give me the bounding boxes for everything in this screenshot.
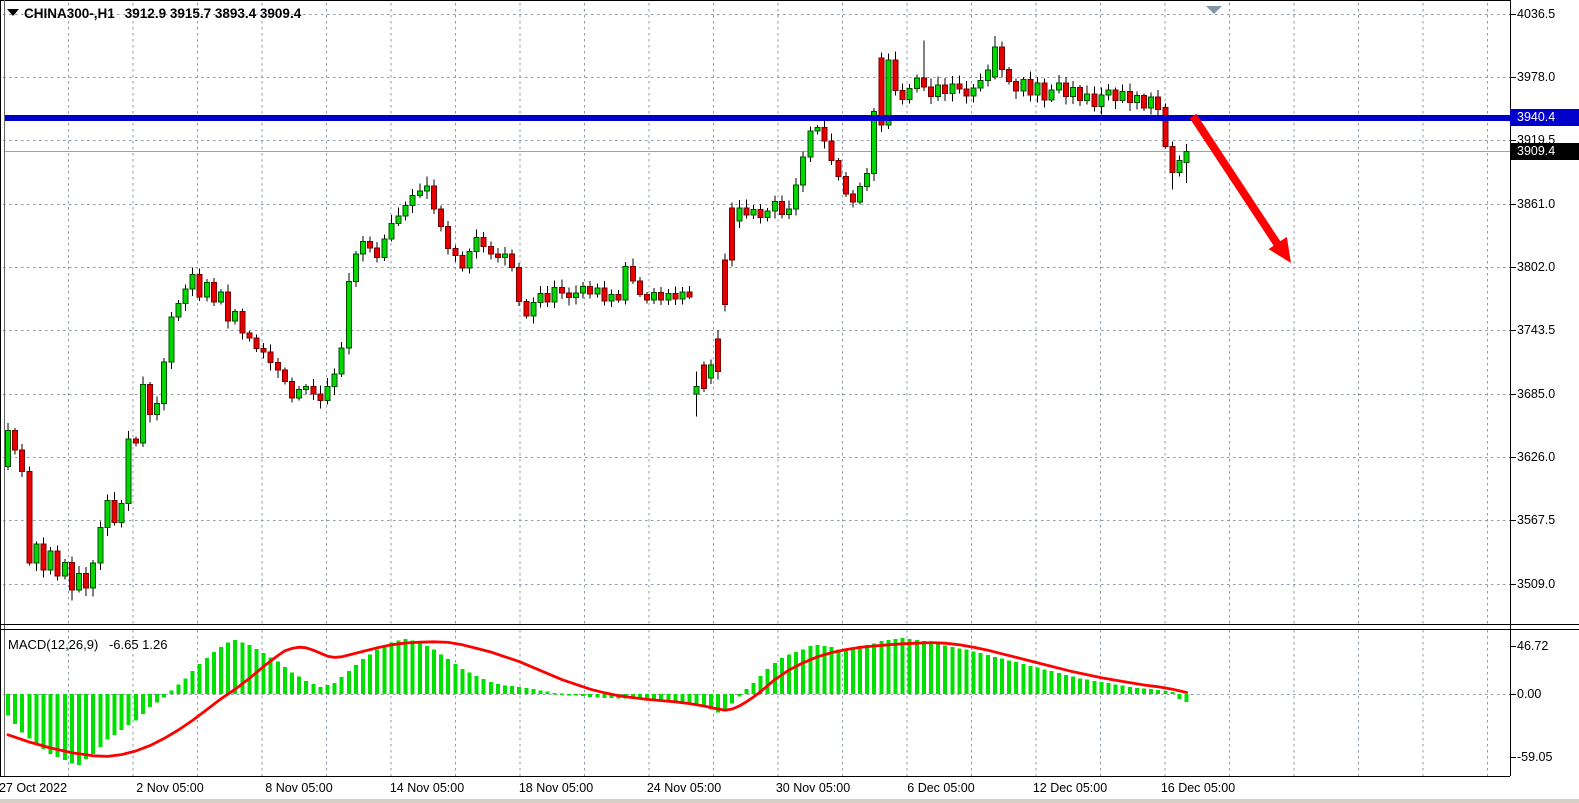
time-axis-label: 27 Oct 2022: [0, 780, 88, 796]
trend-arrow[interactable]: [1193, 116, 1291, 263]
time-axis[interactable]: 27 Oct 2022 2 Nov 05:00 8 Nov 05:00 14 Nov …: [0, 777, 1579, 799]
time-axis-label: 30 Nov 05:00: [758, 780, 868, 796]
price-axis-label: 3685.0: [1517, 386, 1555, 402]
time-axis-label: 16 Dec 05:00: [1143, 780, 1253, 796]
time-axis-label: 2 Nov 05:00: [115, 780, 225, 796]
price-axis-label: 3861.0: [1517, 196, 1555, 212]
time-axis-label: 6 Dec 05:00: [886, 780, 996, 796]
ohlc-values-label: 3912.9 3915.7 3893.4 3909.4: [125, 6, 301, 21]
macd-axis-label: -59.05: [1517, 749, 1552, 765]
collapse-triangle-icon[interactable]: [7, 9, 19, 16]
price-axis-label: 4036.5: [1517, 6, 1555, 22]
price-axis-label: 3802.0: [1517, 259, 1555, 275]
macd-signal-line: [8, 642, 1187, 757]
symbol-timeframe-label: CHINA300-,H1: [24, 6, 115, 21]
macd-axis-label: 0.00: [1517, 686, 1541, 702]
time-axis-label: 14 Nov 05:00: [372, 780, 482, 796]
price-axis-label: 3743.5: [1517, 322, 1555, 338]
chart-window: CHINA300-,H13912.9 3915.7 3893.4 3909.4 …: [0, 0, 1579, 803]
price-axis-label: 3978.0: [1517, 69, 1555, 85]
price-axis-label: 3626.0: [1517, 449, 1555, 465]
window-bottom-edge: [0, 799, 1579, 803]
chart-plot-area[interactable]: [0, 0, 1579, 803]
macd-label: MACD(12,26,9) -6.65 1.26: [8, 637, 167, 652]
time-axis-label: 12 Dec 05:00: [1015, 780, 1125, 796]
chart-shift-marker-icon[interactable]: [1206, 6, 1222, 14]
current-price-badge: 3909.4: [1510, 143, 1579, 160]
price-axis-label: 3509.0: [1517, 576, 1555, 592]
time-axis-label: 18 Nov 05:00: [501, 780, 611, 796]
price-axis-label: 3567.5: [1517, 512, 1555, 528]
time-axis-label: 24 Nov 05:00: [629, 780, 739, 796]
price-line-badge: 3940.4: [1510, 109, 1579, 126]
macd-indicator-name: MACD(12,26,9): [8, 637, 98, 652]
time-axis-label: 8 Nov 05:00: [244, 780, 354, 796]
symbol-title: CHINA300-,H1 3912.9 3915.7 3893.4 3909.4: [24, 6, 301, 21]
macd-current-values: -6.65 1.26: [109, 637, 168, 652]
panel-splitter[interactable]: [0, 622, 1579, 632]
macd-axis-label: 46.72: [1517, 638, 1548, 654]
